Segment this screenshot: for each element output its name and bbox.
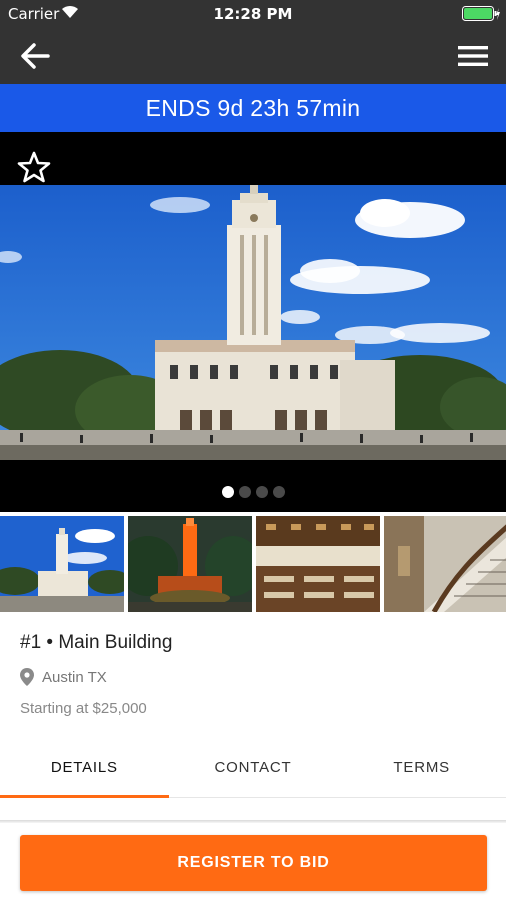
section-divider bbox=[0, 820, 506, 823]
star-outline-icon[interactable] bbox=[16, 150, 52, 184]
arrow-left-icon[interactable] bbox=[18, 40, 52, 72]
battery-icon bbox=[462, 6, 500, 21]
starting-price: Starting at $25,000 bbox=[20, 700, 147, 717]
register-to-bid-button[interactable]: REGISTER TO BID bbox=[20, 835, 487, 891]
main-building-photo bbox=[0, 185, 506, 460]
thumbnail-tower-day[interactable] bbox=[0, 516, 124, 612]
map-pin-icon bbox=[20, 668, 34, 686]
status-bar: Carrier 12:28 PM bbox=[0, 0, 506, 28]
thumbnail-strip bbox=[0, 516, 506, 612]
hamburger-menu-icon[interactable] bbox=[455, 40, 491, 72]
page-dot[interactable] bbox=[273, 486, 285, 498]
thumbnail-tower-night[interactable] bbox=[128, 516, 252, 612]
thumbnail-reading-room[interactable] bbox=[256, 516, 380, 612]
image-gallery[interactable] bbox=[0, 132, 506, 512]
page-dot[interactable] bbox=[239, 486, 251, 498]
tab-terms[interactable]: TERMS bbox=[337, 740, 506, 797]
listing-info: #1 • Main Building Austin TX Starting at… bbox=[20, 630, 490, 720]
listing-title: #1 • Main Building bbox=[20, 632, 173, 653]
location-label: Austin TX bbox=[42, 668, 107, 686]
listing-location: Austin TX bbox=[20, 666, 490, 688]
navigation-bar bbox=[0, 28, 506, 84]
clock: 12:28 PM bbox=[213, 5, 293, 23]
gallery-pagination bbox=[222, 486, 285, 500]
page-dot[interactable] bbox=[222, 486, 234, 498]
thumbnail-staircase[interactable] bbox=[384, 516, 506, 612]
page-dot[interactable] bbox=[256, 486, 268, 498]
tab-contact[interactable]: CONTACT bbox=[169, 740, 338, 797]
tab-details[interactable]: DETAILS bbox=[0, 740, 169, 798]
auction-countdown-banner: ENDS 9d 23h 57min bbox=[0, 84, 506, 132]
tab-bar: DETAILS CONTACT TERMS bbox=[0, 740, 506, 798]
